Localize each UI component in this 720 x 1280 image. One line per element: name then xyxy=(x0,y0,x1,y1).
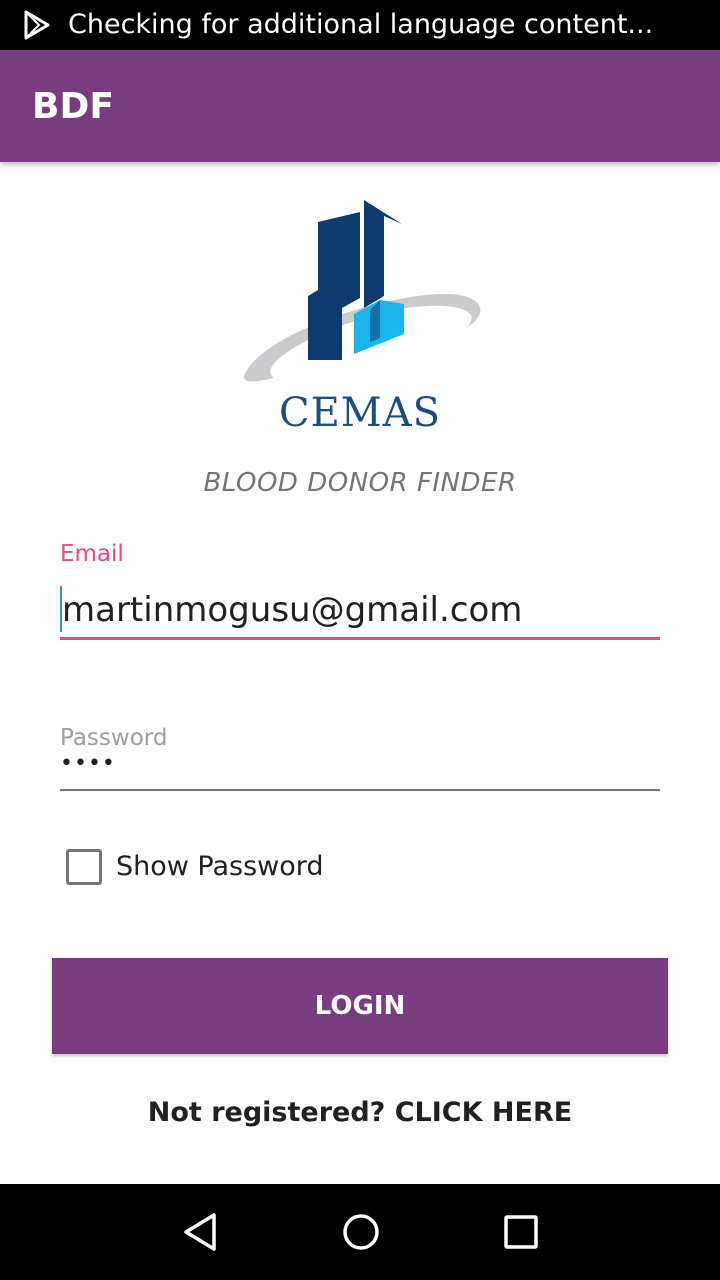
logo-text: CEMAS xyxy=(279,390,441,434)
cemas-logo: CEMAS xyxy=(243,200,481,434)
login-button[interactable]: LOGIN xyxy=(52,958,668,1054)
show-password-checkbox[interactable] xyxy=(66,849,102,885)
status-bar: Checking for additional language content… xyxy=(0,0,720,50)
back-triangle-icon[interactable] xyxy=(178,1210,222,1254)
password-underline xyxy=(60,789,660,791)
show-password-label[interactable]: Show Password xyxy=(116,850,324,884)
password-label: Password xyxy=(60,725,168,751)
email-value[interactable]: martinmogusu@gmail.com xyxy=(62,588,522,632)
register-link[interactable]: Not registered? CLICK HERE xyxy=(0,1095,720,1131)
text-cursor xyxy=(60,586,62,632)
play-store-icon xyxy=(24,10,50,40)
app-title: BDF xyxy=(32,86,114,127)
app-subtitle: BLOOD DONOR FINDER xyxy=(203,468,517,498)
notification-text: Checking for additional language content… xyxy=(68,9,654,40)
app-bar: BDF xyxy=(0,50,720,162)
home-circle-icon[interactable] xyxy=(339,1210,383,1254)
password-field[interactable]: •••• xyxy=(60,750,116,778)
email-label: Email xyxy=(60,541,124,567)
navigation-bar xyxy=(0,1184,720,1280)
recents-square-icon[interactable] xyxy=(499,1210,543,1254)
